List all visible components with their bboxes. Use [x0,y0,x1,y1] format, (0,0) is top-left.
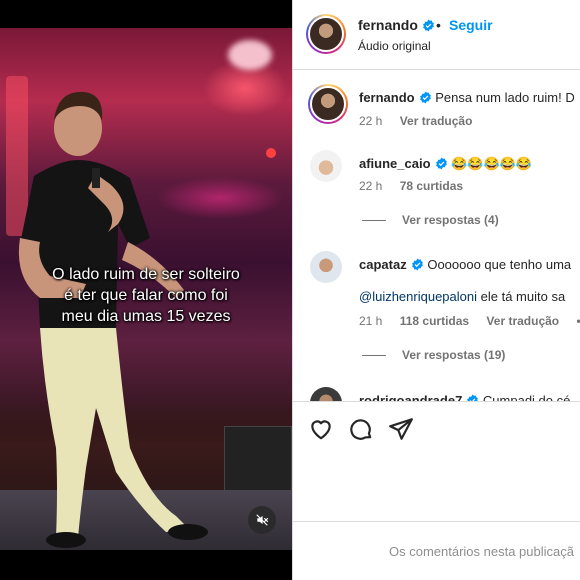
verified-icon [467,394,479,401]
comment-content: Pensa num lado ruim! D [435,90,575,105]
verified-icon [419,91,431,104]
post-actions [292,401,580,456]
comments-list[interactable]: fernando Pensa num lado ruim! D 22 h Ver… [292,71,580,401]
translate-link[interactable]: Ver tradução [486,314,559,328]
comment-text: capataz Ooooooo que tenho uma [359,257,571,272]
comment-time[interactable]: 22 h [359,179,382,193]
comment-username[interactable]: capataz [359,257,407,272]
panel-divider [292,0,293,580]
avatar[interactable] [310,150,342,182]
replies-line [362,220,386,222]
author-username[interactable]: fernando [358,17,435,33]
view-replies-label[interactable]: Ver respostas (19) [402,348,505,362]
avatar[interactable] [310,387,342,401]
post-header: fernando • Seguir Áudio original [292,0,580,70]
view-replies-button[interactable]: Ver respostas (4) [362,213,499,227]
heart-icon[interactable] [308,416,334,442]
post-side-panel: fernando • Seguir Áudio original fernand… [292,0,580,580]
comment-content: Cumpadi do cé [482,393,571,401]
comment-text: rodrigoandrade7 Cumpadi do cé [359,393,570,401]
avatar[interactable] [310,251,342,283]
translate-link[interactable]: Ver tradução [400,114,473,128]
comment-time[interactable]: 22 h [359,114,382,128]
video-frame[interactable]: O lado ruim de ser solteiro é ter que fa… [0,28,292,550]
avatar[interactable] [306,14,346,54]
more-options-button[interactable]: ••• [576,314,580,328]
video-caption: O lado ruim de ser solteiro é ter que fa… [20,264,272,327]
comment-icon[interactable] [348,416,374,442]
replies-line [362,355,386,357]
avatar[interactable] [308,84,348,124]
comments-disabled-notice: Os comentários nesta publicaçã [292,521,580,580]
comment-text-continued: @luizhenriquepaloni ele tá muito sa [359,289,565,304]
comment-likes[interactable]: 118 curtidas [400,314,469,328]
verified-icon [411,258,423,271]
comment-text: afiune_caio 😂😂😂😂😂 [359,156,532,172]
comment-content: 😂😂😂😂😂 [451,156,533,171]
comment-likes[interactable]: 78 curtidas [400,179,463,193]
audio-link[interactable]: Áudio original [358,39,431,53]
verified-icon [435,157,447,170]
share-icon[interactable] [388,416,414,442]
comment-username[interactable]: afiune_caio [359,156,431,171]
mute-toggle-button[interactable] [248,506,276,534]
comment-username[interactable]: fernando [359,90,415,105]
comment-time[interactable]: 21 h [359,314,382,328]
comment-content: ele tá muito sa [480,289,566,304]
post-media[interactable]: O lado ruim de ser solteiro é ter que fa… [0,0,292,580]
caption-line: O lado ruim de ser solteiro [52,266,240,283]
comment-content: Ooooooo que tenho uma [427,257,572,272]
view-replies-label[interactable]: Ver respostas (4) [402,213,499,227]
view-replies-button[interactable]: Ver respostas (19) [362,348,505,362]
verified-icon [423,19,434,32]
caption-line: meu dia umas 15 vezes [61,308,231,325]
caption-line: é ter que falar como foi [64,287,228,304]
comment-meta: 21 h 118 curtidas Ver tradução ••• [359,314,580,328]
muted-speaker-icon [256,514,269,526]
follow-button[interactable]: Seguir [449,17,493,33]
comments-disabled-text: Os comentários nesta publicaçã [389,544,574,559]
author-username-text[interactable]: fernando [358,17,418,33]
comment-text: fernando Pensa num lado ruim! D [359,90,575,105]
comment-meta: 22 h 78 curtidas [359,179,477,193]
comment-meta: 22 h Ver tradução [359,114,486,128]
comment-username[interactable]: rodrigoandrade7 [359,393,462,401]
separator-dot: • [436,17,441,33]
mention-link[interactable]: @luizhenriquepaloni [359,289,477,304]
